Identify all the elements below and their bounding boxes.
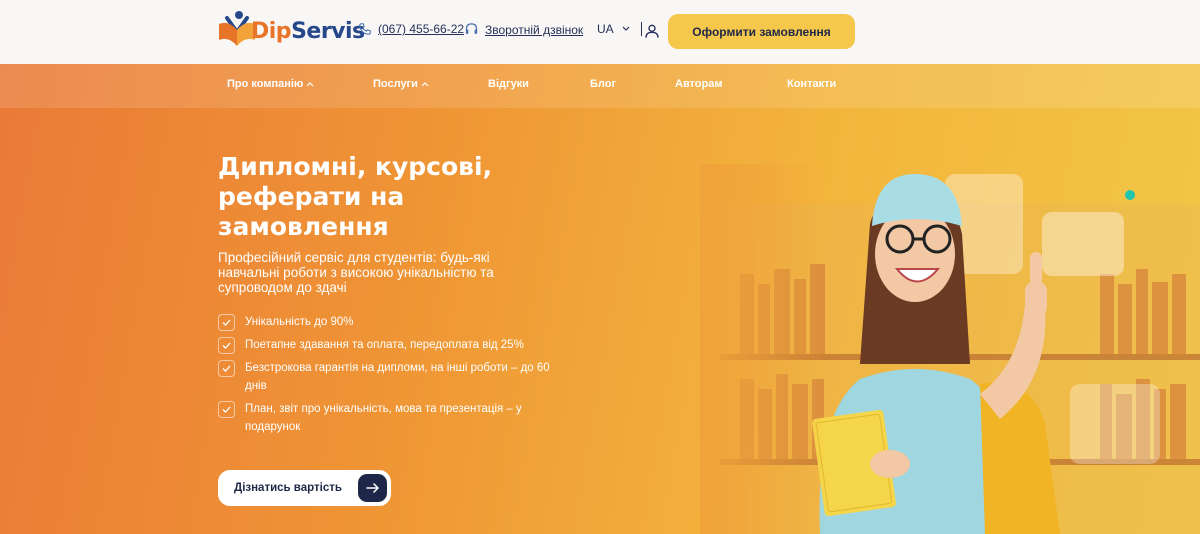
chevron-up-icon [421,82,429,87]
feature-item: План, звіт про унікальність, мова та пре… [218,400,558,436]
feature-list: Унікальність до 90% Поетапне здавання та… [218,313,558,441]
language-selector[interactable]: UA [597,22,642,36]
nav-item-label: Послуги [373,78,418,90]
feature-text: Безстрокова гарантія на дипломи, на інші… [245,362,550,392]
check-icon [218,337,235,354]
hero-subtitle: Професійний сервіс для студентів: будь-я… [218,250,494,295]
nav-item-blog[interactable]: Блог [590,78,616,90]
callback-contact[interactable]: Зворотній дзвінок [464,22,583,37]
feature-text: Поетапне здавання та оплата, передоплата… [245,339,524,351]
nav-item-label: Авторам [675,78,723,90]
feature-item: Унікальність до 90% [218,313,558,331]
feature-item: Поетапне здавання та оплата, передоплата… [218,336,558,354]
check-icon [218,360,235,377]
cta-label: Дізнатись вартість [234,482,342,494]
check-icon [218,401,235,418]
account-button[interactable] [644,23,660,44]
nav-item-label: Блог [590,78,617,90]
logo[interactable]: DipServis [217,10,365,50]
phone-contact[interactable]: (067) 455-66-22 [358,22,464,36]
hero-section: Про компанію Послуги Відгуки Блог Автора… [0,64,1200,534]
divider [640,22,642,36]
nav-item-reviews[interactable]: Відгуки [488,78,529,90]
feature-text: Унікальність до 90% [245,316,354,328]
order-button[interactable]: Оформити замовлення [668,14,855,49]
chevron-up-icon [306,82,314,87]
nav-item-about[interactable]: Про компанію [227,78,314,90]
nav-item-contacts[interactable]: Контакти [787,78,836,90]
callback-link[interactable]: Зворотній дзвінок [485,23,583,37]
get-price-button[interactable]: Дізнатись вартість [218,470,391,506]
site-header: DipServis (067) 455-66-22 Зворотній дзві… [0,0,1200,64]
user-icon [645,24,659,38]
main-nav: Про компанію Послуги Відгуки Блог Автора… [0,64,1200,108]
nav-item-label: Відгуки [488,78,529,90]
nav-item-authors[interactable]: Авторам [675,78,723,90]
phone-icon [359,23,371,35]
feature-item: Безстрокова гарантія на дипломи, на інші… [218,359,558,395]
nav-item-label: Контакти [787,78,837,90]
hero-illustration [700,164,1200,534]
feature-text: План, звіт про унікальність, мова та пре… [245,403,522,433]
nav-item-services[interactable]: Послуги [373,78,429,90]
headset-icon [465,23,478,34]
phone-link[interactable]: (067) 455-66-22 [378,22,464,36]
nav-item-label: Про компанію [227,78,304,90]
hero-title: Дипломні, курсові, реферати на замовленн… [218,152,493,241]
language-label: UA [597,22,614,36]
chevron-down-icon [622,26,630,31]
logo-text: DipServis [251,19,365,44]
check-icon [218,314,235,331]
arrow-right-icon [358,474,387,502]
